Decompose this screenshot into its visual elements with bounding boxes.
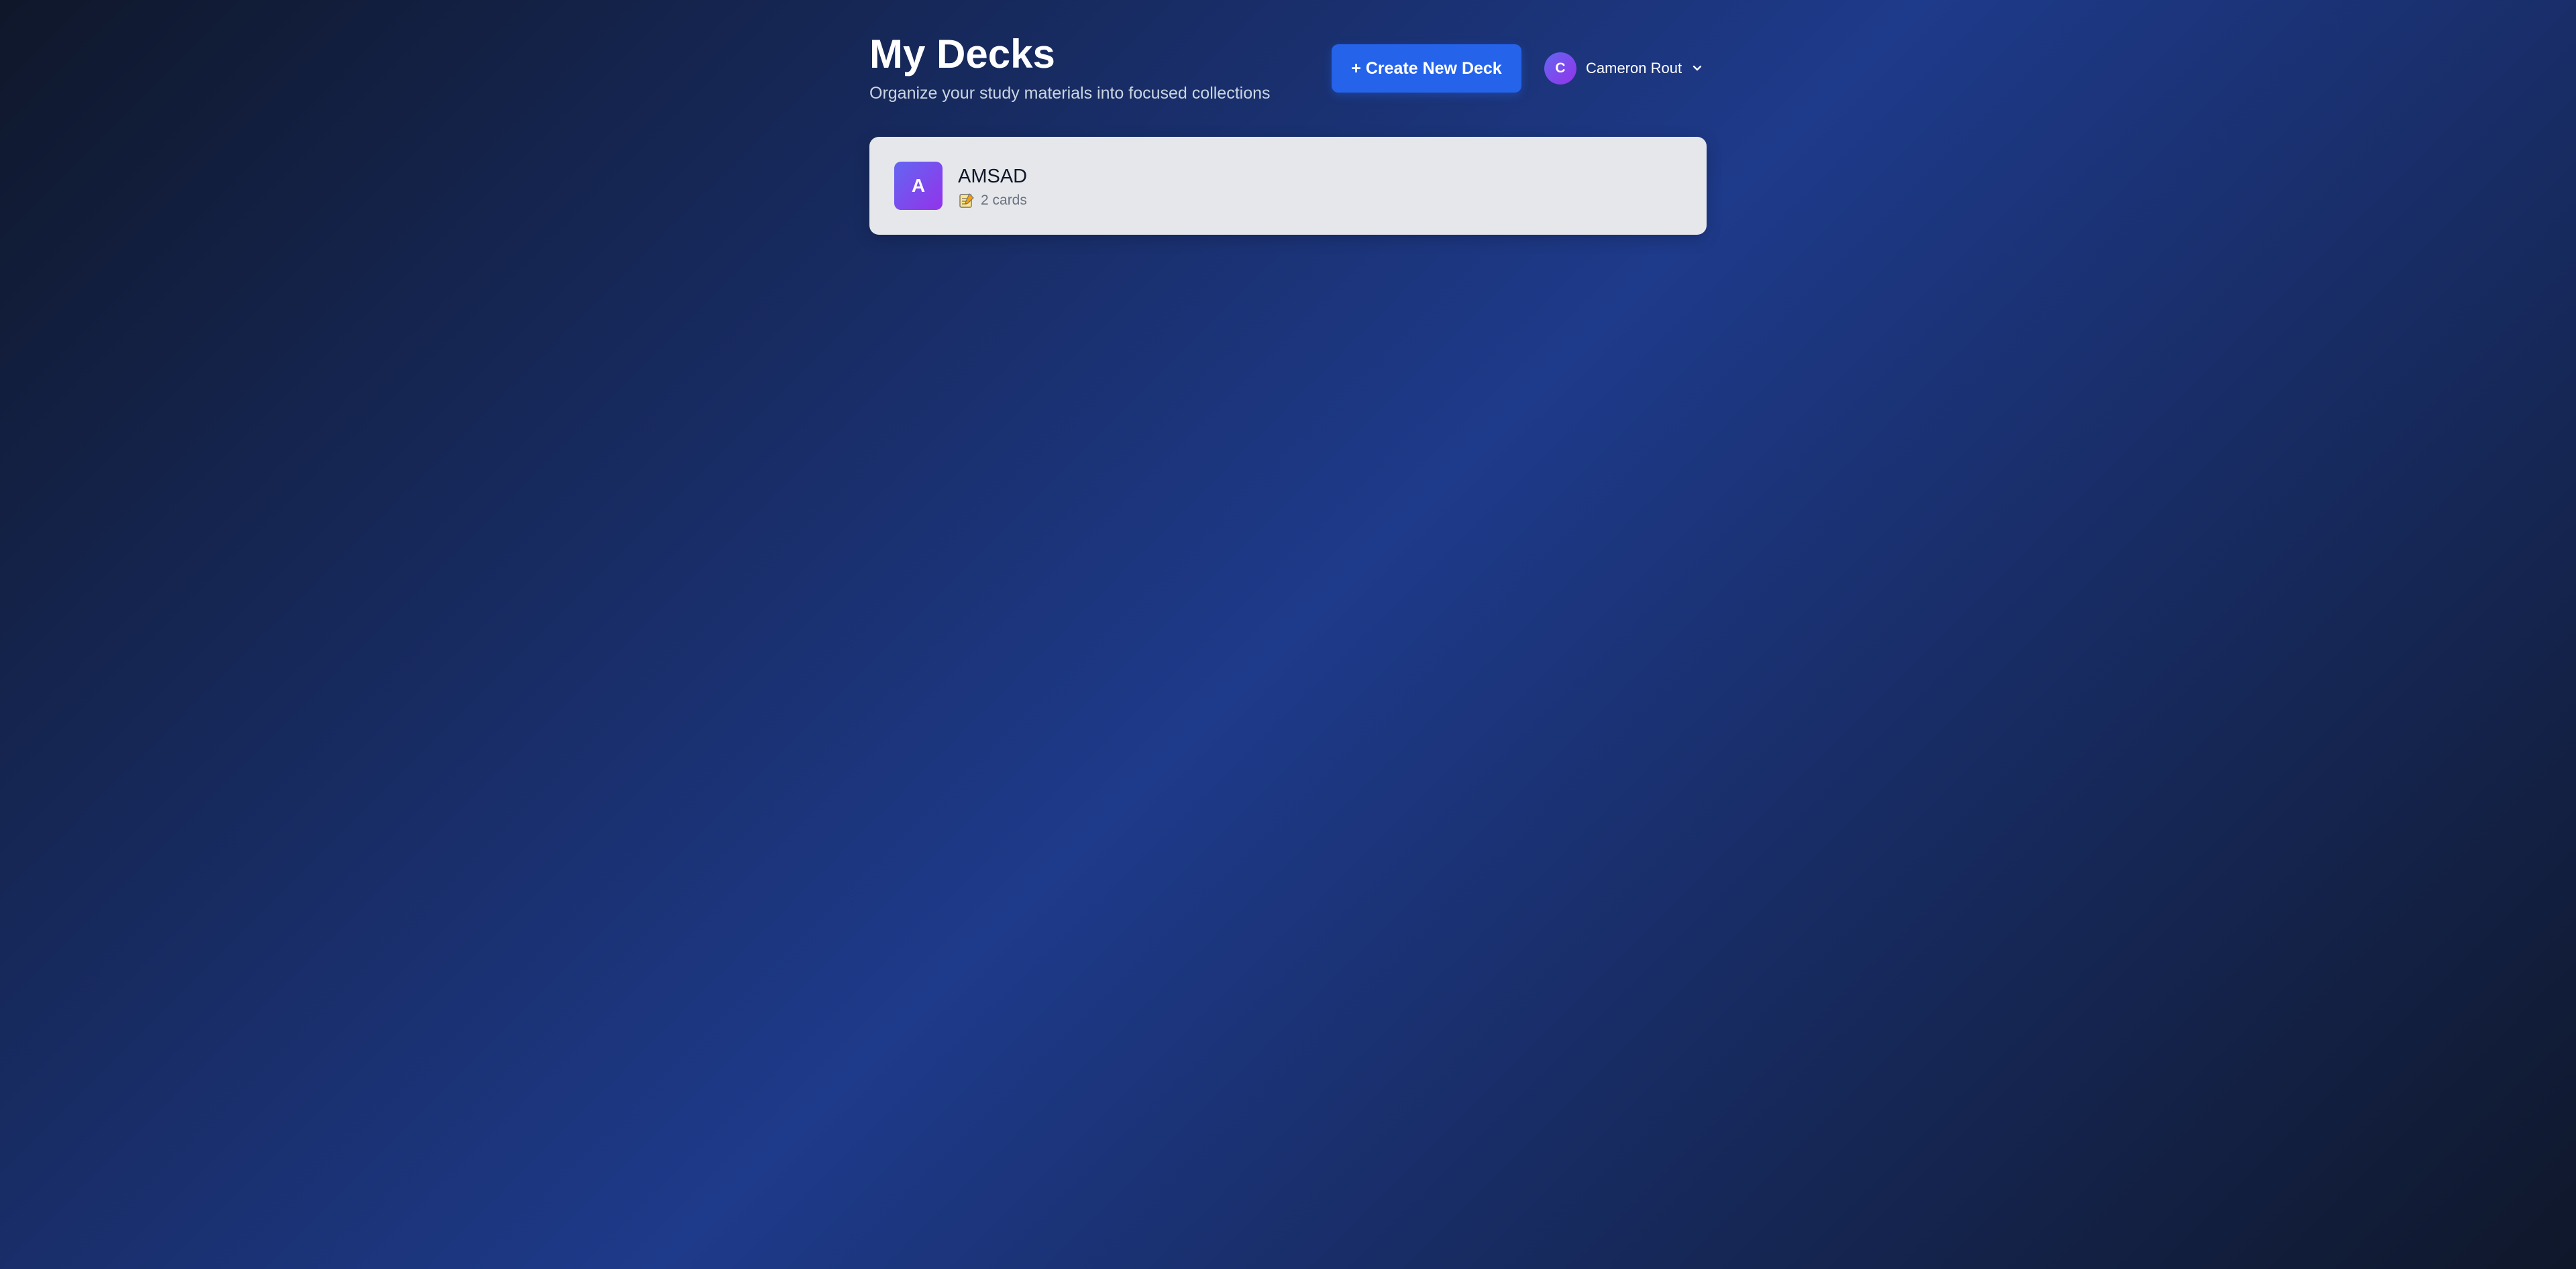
- memo-icon: [958, 192, 975, 209]
- create-new-deck-button[interactable]: + Create New Deck: [1332, 44, 1521, 93]
- deck-name: AMSAD: [958, 166, 1028, 187]
- chevron-down-icon: [1691, 62, 1703, 74]
- avatar: C: [1544, 52, 1576, 85]
- main-container: My Decks Organize your study materials i…: [869, 0, 1707, 235]
- page-subtitle: Organize your study materials into focus…: [869, 84, 1271, 103]
- deck-meta: 2 cards: [958, 192, 1027, 209]
- deck-card[interactable]: A AMSAD 2 cards: [869, 137, 1707, 235]
- deck-initial-badge: A: [894, 162, 943, 210]
- deck-card-count: 2 cards: [981, 192, 1027, 208]
- user-menu[interactable]: C Cameron Rout: [1544, 52, 1703, 85]
- page-header: My Decks Organize your study materials i…: [869, 0, 1707, 134]
- page-title: My Decks: [869, 32, 1055, 76]
- user-name: Cameron Rout: [1586, 60, 1682, 76]
